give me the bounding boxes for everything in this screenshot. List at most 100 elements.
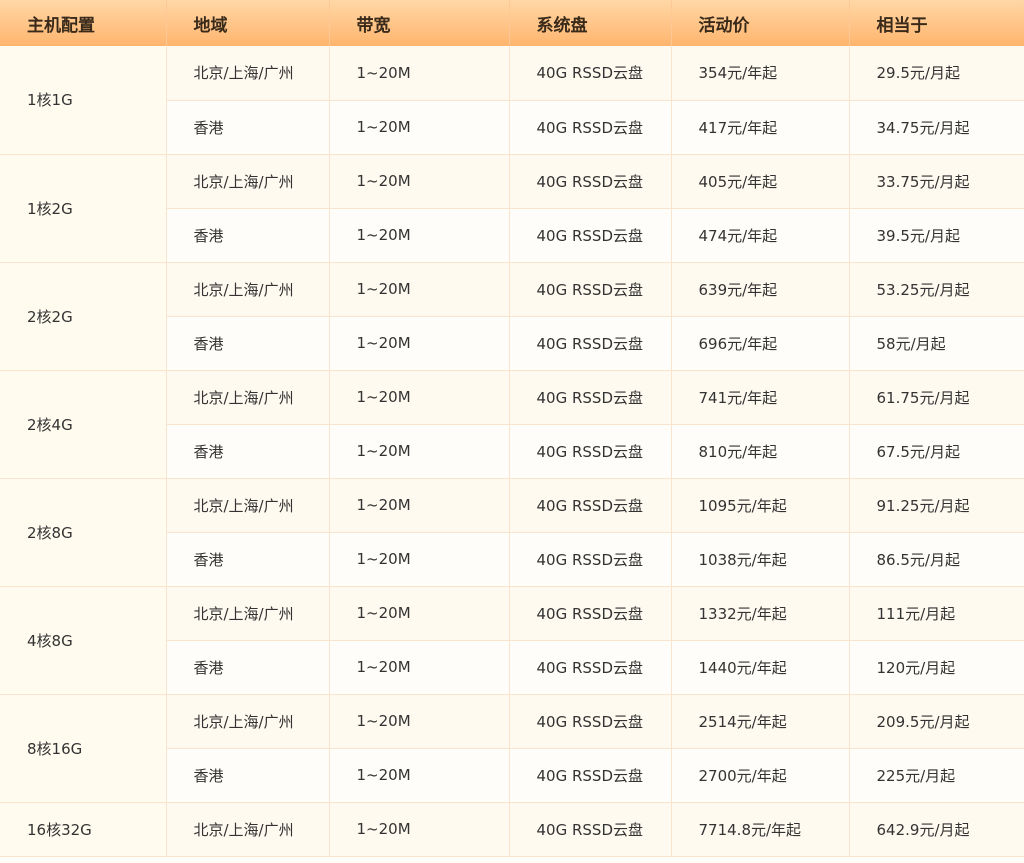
- cell-config: 1核1G: [0, 46, 167, 155]
- cell-bandwidth: 1~20M: [329, 640, 510, 695]
- cell-price: 810元/年起: [671, 424, 850, 479]
- cell-region: 香港: [166, 100, 330, 155]
- cell-config: 8核16G: [0, 694, 167, 803]
- table-body: 1核1G 北京/上海/广州 1~20M 40G RSSD云盘 354元/年起 29.5元/…: [0, 46, 1024, 857]
- cell-bandwidth: 1~20M: [329, 46, 510, 101]
- cell-bandwidth: 1~20M: [329, 694, 510, 749]
- header-row: 主机配置 地域 带宽 系统盘 活动价 相当于: [0, 0, 1024, 46]
- cell-price: 639元/年起: [671, 262, 850, 317]
- cell-disk: 40G RSSD云盘: [509, 424, 672, 479]
- cell-price: 417元/年起: [671, 100, 850, 155]
- cell-monthly: 225元/月起: [849, 748, 1024, 803]
- cell-bandwidth: 1~20M: [329, 532, 510, 587]
- cell-monthly: 642.9元/月起: [849, 802, 1024, 857]
- table-row: 16核32G 北京/上海/广州 1~20M 40G RSSD云盘 7714.8元/年起 6…: [0, 802, 1024, 857]
- cell-bandwidth: 1~20M: [329, 262, 510, 317]
- cell-price: 474元/年起: [671, 208, 850, 263]
- cell-config: 2核4G: [0, 370, 167, 479]
- cell-disk: 40G RSSD云盘: [509, 532, 672, 587]
- cell-region: 北京/上海/广州: [166, 586, 330, 641]
- cell-price: 354元/年起: [671, 46, 850, 101]
- cell-disk: 40G RSSD云盘: [509, 316, 672, 371]
- cell-config: 2核8G: [0, 478, 167, 587]
- cell-monthly: 39.5元/月起: [849, 208, 1024, 263]
- cell-config: 1核2G: [0, 154, 167, 263]
- table-row: 2核4G 北京/上海/广州 1~20M 40G RSSD云盘 741元/年起 61.75元…: [0, 370, 1024, 479]
- cell-config: 2核2G: [0, 262, 167, 371]
- cell-disk: 40G RSSD云盘: [509, 748, 672, 803]
- cell-bandwidth: 1~20M: [329, 748, 510, 803]
- cell-region: 北京/上海/广州: [166, 262, 330, 317]
- cell-bandwidth: 1~20M: [329, 154, 510, 209]
- cell-bandwidth: 1~20M: [329, 316, 510, 371]
- cell-price: 2700元/年起: [671, 748, 850, 803]
- table-row: 4核8G 北京/上海/广州 1~20M 40G RSSD云盘 1332元/年起 111元/…: [0, 586, 1024, 695]
- cell-disk: 40G RSSD云盘: [509, 640, 672, 695]
- cell-monthly: 91.25元/月起: [849, 478, 1024, 533]
- cell-disk: 40G RSSD云盘: [509, 100, 672, 155]
- cell-price: 2514元/年起: [671, 694, 850, 749]
- cell-monthly: 67.5元/月起: [849, 424, 1024, 479]
- cell-monthly: 209.5元/月起: [849, 694, 1024, 749]
- cell-bandwidth: 1~20M: [329, 370, 510, 425]
- cell-config: 4核8G: [0, 586, 167, 695]
- cell-monthly: 120元/月起: [849, 640, 1024, 695]
- cell-monthly: 34.75元/月起: [849, 100, 1024, 155]
- cell-price: 1038元/年起: [671, 532, 850, 587]
- header-price: 活动价: [671, 0, 850, 46]
- cell-bandwidth: 1~20M: [329, 100, 510, 155]
- header-config: 主机配置: [0, 0, 167, 46]
- cell-disk: 40G RSSD云盘: [509, 154, 672, 209]
- cell-disk: 40G RSSD云盘: [509, 586, 672, 641]
- cell-disk: 40G RSSD云盘: [509, 694, 672, 749]
- cell-price: 741元/年起: [671, 370, 850, 425]
- cell-bandwidth: 1~20M: [329, 478, 510, 533]
- table-row: 2核2G 北京/上海/广州 1~20M 40G RSSD云盘 639元/年起 53.25元…: [0, 262, 1024, 371]
- cell-disk: 40G RSSD云盘: [509, 802, 672, 857]
- cell-monthly: 53.25元/月起: [849, 262, 1024, 317]
- cell-bandwidth: 1~20M: [329, 208, 510, 263]
- cell-region: 北京/上海/广州: [166, 154, 330, 209]
- cell-region: 北京/上海/广州: [166, 478, 330, 533]
- header-bandwidth: 带宽: [329, 0, 510, 46]
- cell-price: 405元/年起: [671, 154, 850, 209]
- cell-price: 1332元/年起: [671, 586, 850, 641]
- cell-bandwidth: 1~20M: [329, 586, 510, 641]
- cell-region: 香港: [166, 532, 330, 587]
- cell-monthly: 58元/月起: [849, 316, 1024, 371]
- cell-region: 香港: [166, 316, 330, 371]
- cell-price: 1440元/年起: [671, 640, 850, 695]
- table-row: 1核1G 北京/上海/广州 1~20M 40G RSSD云盘 354元/年起 29.5元/…: [0, 46, 1024, 155]
- table-row: 2核8G 北京/上海/广州 1~20M 40G RSSD云盘 1095元/年起 91.25…: [0, 478, 1024, 587]
- cell-price: 1095元/年起: [671, 478, 850, 533]
- cell-disk: 40G RSSD云盘: [509, 46, 672, 101]
- cell-region: 北京/上海/广州: [166, 802, 330, 857]
- cell-region: 香港: [166, 640, 330, 695]
- header-region: 地域: [166, 0, 330, 46]
- header-disk: 系统盘: [509, 0, 672, 46]
- table-row: 8核16G 北京/上海/广州 1~20M 40G RSSD云盘 2514元/年起 209.…: [0, 694, 1024, 803]
- cell-disk: 40G RSSD云盘: [509, 370, 672, 425]
- cell-region: 北京/上海/广州: [166, 694, 330, 749]
- cell-price: 696元/年起: [671, 316, 850, 371]
- cell-monthly: 29.5元/月起: [849, 46, 1024, 101]
- cell-bandwidth: 1~20M: [329, 802, 510, 857]
- cell-monthly: 111元/月起: [849, 586, 1024, 641]
- cell-monthly: 61.75元/月起: [849, 370, 1024, 425]
- cell-region: 香港: [166, 208, 330, 263]
- cell-region: 香港: [166, 424, 330, 479]
- cell-disk: 40G RSSD云盘: [509, 478, 672, 533]
- cell-config: 16核32G: [0, 802, 167, 857]
- cell-region: 北京/上海/广州: [166, 370, 330, 425]
- cell-monthly: 33.75元/月起: [849, 154, 1024, 209]
- cell-bandwidth: 1~20M: [329, 424, 510, 479]
- cell-price: 7714.8元/年起: [671, 802, 850, 857]
- cell-disk: 40G RSSD云盘: [509, 262, 672, 317]
- table-header: 主机配置 地域 带宽 系统盘 活动价 相当于: [0, 0, 1024, 46]
- table-row: 1核2G 北京/上海/广州 1~20M 40G RSSD云盘 405元/年起 33.75元…: [0, 154, 1024, 263]
- cell-region: 北京/上海/广州: [166, 46, 330, 101]
- cell-monthly: 86.5元/月起: [849, 532, 1024, 587]
- cell-region: 香港: [166, 748, 330, 803]
- header-monthly: 相当于: [849, 0, 1024, 46]
- pricing-table: 主机配置 地域 带宽 系统盘 活动价 相当于 1核1G 北京/上海/广州 1~20M…: [0, 0, 1024, 857]
